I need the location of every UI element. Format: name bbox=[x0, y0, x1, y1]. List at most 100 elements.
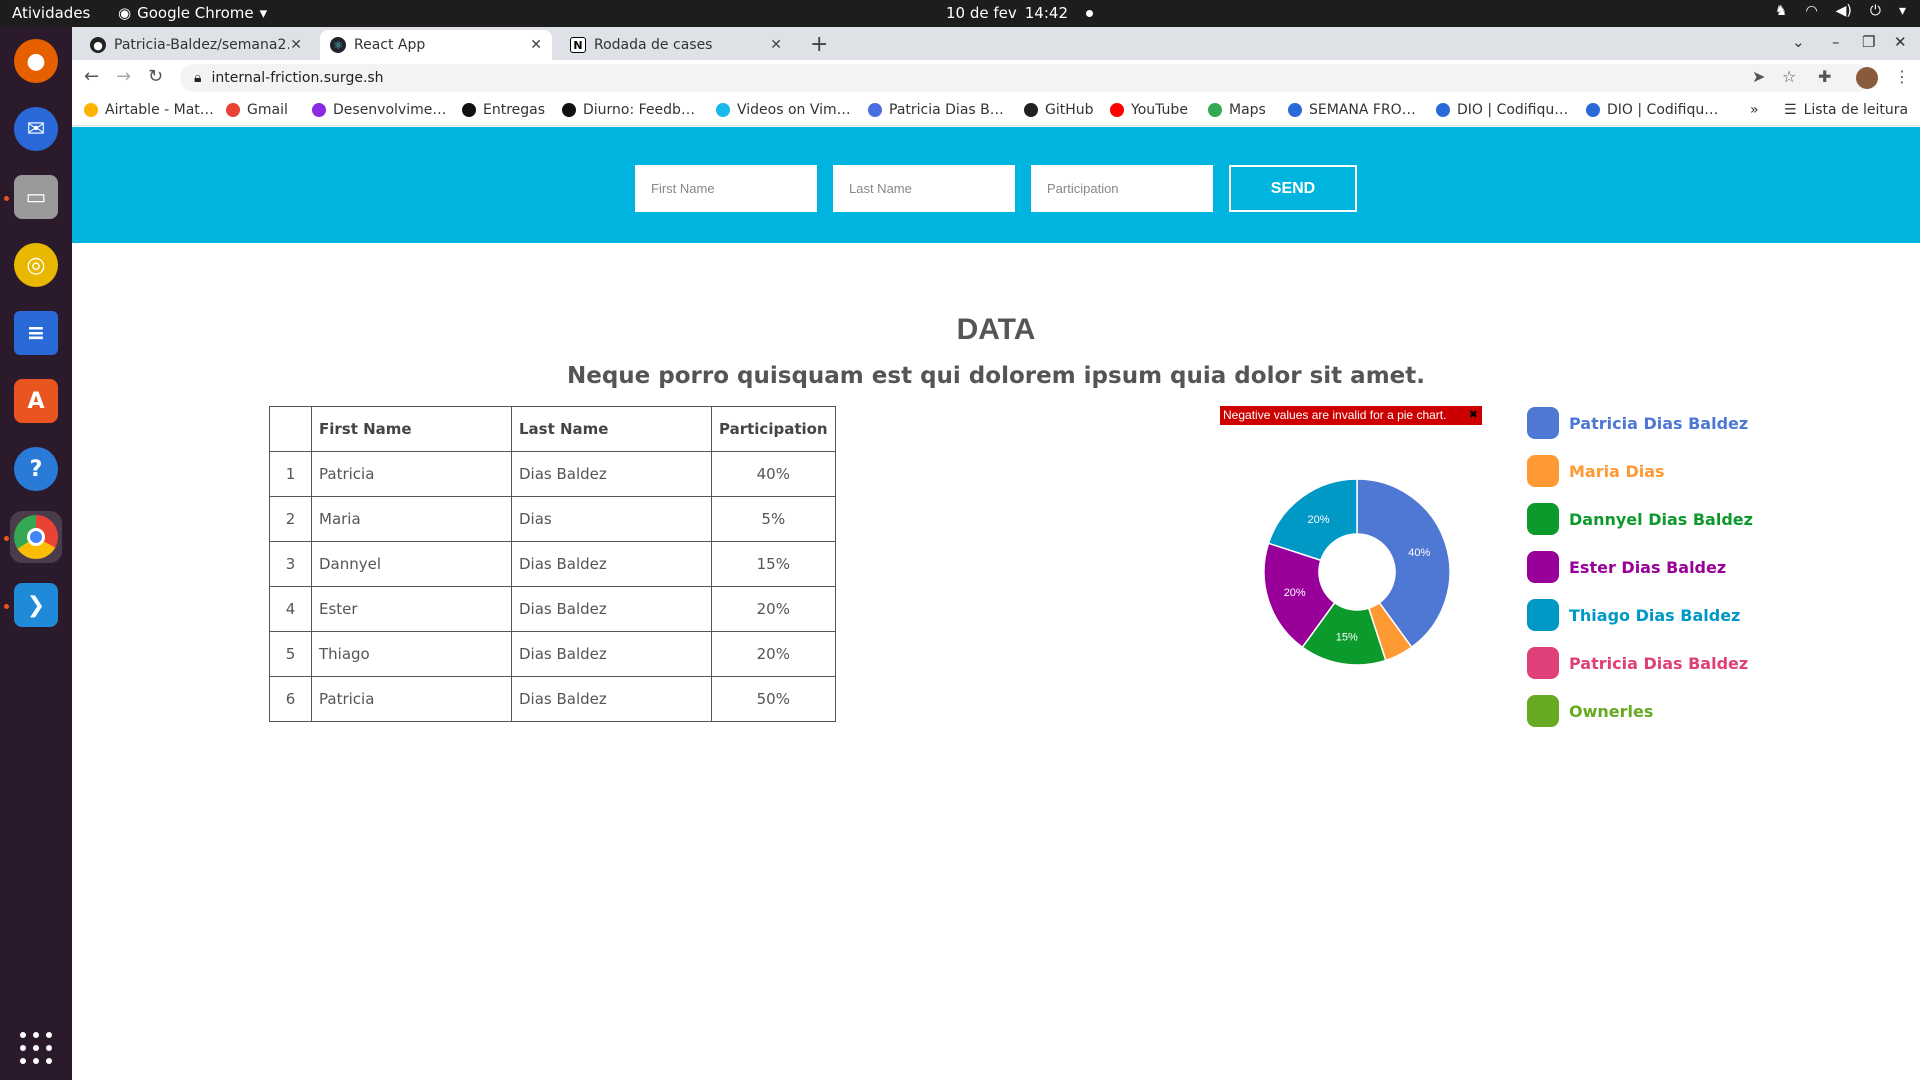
close-icon[interactable]: ✕ bbox=[530, 37, 542, 53]
menu-icon[interactable]: ⋮ bbox=[1894, 67, 1910, 86]
bookmark-item[interactable]: Patricia Dias B… bbox=[868, 102, 1004, 118]
send-tab-icon[interactable]: ➤ bbox=[1752, 67, 1765, 86]
app-menu-label: Google Chrome bbox=[137, 4, 254, 22]
bookmark-item[interactable]: DIO | Codifiqu… bbox=[1586, 102, 1718, 118]
restore-icon[interactable]: ❐ bbox=[1862, 33, 1875, 51]
participation-cell: 15% bbox=[711, 541, 836, 587]
bookmark-label: YouTube bbox=[1131, 102, 1188, 118]
legend-label: Ownerles bbox=[1569, 701, 1654, 721]
close-window-icon[interactable]: ✕ bbox=[1894, 33, 1907, 51]
bookmark-item[interactable]: YouTube bbox=[1110, 102, 1188, 118]
help-icon: ? bbox=[14, 447, 58, 491]
dock: ● ✉ ▭ ◎ ≡ A ? ❯ bbox=[0, 27, 72, 1080]
bookmark-label: DIO | Codifiqu… bbox=[1607, 102, 1719, 118]
page-subtitle: Neque porro quisquam est qui dolorem ips… bbox=[566, 363, 1425, 389]
clock-date: 10 de fev bbox=[946, 4, 1017, 22]
volume-icon[interactable]: ◀) bbox=[1836, 3, 1852, 19]
dock-rhythmbox[interactable]: ◎ bbox=[10, 239, 62, 291]
back-icon[interactable]: ← bbox=[84, 66, 99, 87]
bookmark-favicon-icon bbox=[562, 103, 576, 117]
table-row: 4 Ester Dias Baldez 20% bbox=[269, 586, 836, 632]
activities-button[interactable]: Atividades bbox=[12, 4, 90, 22]
new-tab-button[interactable]: + bbox=[810, 32, 828, 57]
bookmark-favicon-icon bbox=[84, 103, 98, 117]
row-index: 3 bbox=[269, 541, 312, 587]
reading-list-icon: ☰ bbox=[1784, 102, 1797, 118]
send-button[interactable]: SEND bbox=[1229, 165, 1357, 212]
tab-github[interactable]: ● Patricia-Baldez/semana2… ✕ bbox=[80, 30, 312, 60]
wifi-icon[interactable]: ◠ bbox=[1805, 3, 1817, 19]
clock[interactable]: 10 de fev 14:42 bbox=[946, 4, 1093, 22]
forward-icon[interactable]: → bbox=[116, 66, 131, 87]
app-menu[interactable]: ◉ Google Chrome ▾ bbox=[118, 4, 267, 22]
bookmark-item[interactable]: SEMANA FRO… bbox=[1288, 102, 1416, 118]
dock-firefox[interactable]: ● bbox=[10, 35, 62, 87]
close-icon[interactable]: ✖ bbox=[1469, 406, 1478, 425]
participation-cell: 40% bbox=[711, 451, 836, 497]
legend-label: Maria Dias bbox=[1569, 461, 1665, 481]
extensions-icon[interactable]: ✚ bbox=[1818, 67, 1831, 86]
data-table: First Name Last Name Participation 1 Patr… bbox=[269, 406, 836, 722]
show-applications-icon[interactable] bbox=[20, 1032, 52, 1064]
bookmark-item[interactable]: Airtable - Mat… bbox=[84, 102, 214, 118]
minimize-icon[interactable]: – bbox=[1832, 33, 1840, 51]
bookmark-item[interactable]: Maps bbox=[1208, 102, 1266, 118]
close-icon[interactable]: ✕ bbox=[770, 37, 782, 53]
first-name-cell: Thiago bbox=[311, 631, 512, 677]
tab-rodada[interactable]: N Rodada de cases ✕ bbox=[560, 30, 792, 60]
dock-help[interactable]: ? bbox=[10, 443, 62, 495]
row-index: 2 bbox=[269, 496, 312, 542]
dock-vscode[interactable]: ❯ bbox=[10, 579, 62, 631]
bookmark-item[interactable]: DIO | Codifiqu… bbox=[1436, 102, 1568, 118]
legend-item: Ownerles bbox=[1527, 695, 1653, 727]
dock-files[interactable]: ▭ bbox=[10, 171, 62, 223]
dock-thunderbird[interactable]: ✉ bbox=[10, 103, 62, 155]
first-name-cell: Patricia bbox=[311, 451, 512, 497]
bookmark-favicon-icon bbox=[716, 103, 730, 117]
first-name-cell: Ester bbox=[311, 586, 512, 632]
power-icon[interactable]: ⏻ bbox=[1870, 3, 1881, 19]
bookmark-item[interactable]: GitHub bbox=[1024, 102, 1094, 118]
accessibility-icon[interactable]: ♞ bbox=[1775, 3, 1788, 19]
software-center-icon: A bbox=[14, 379, 58, 423]
bookmark-favicon-icon bbox=[1586, 103, 1600, 117]
bookmark-item[interactable]: Entregas bbox=[462, 102, 545, 118]
bookmark-star-icon[interactable]: ☆ bbox=[1782, 67, 1796, 86]
notification-dot-icon bbox=[1086, 9, 1093, 17]
bookmark-item[interactable]: Gmail bbox=[226, 102, 288, 118]
chart-error-message: Negative values are invalid for a pie ch… bbox=[1220, 406, 1482, 425]
bookmark-favicon-icon bbox=[1024, 103, 1038, 117]
page-title: DATA bbox=[956, 313, 1036, 346]
bookmark-item[interactable]: Diurno: Feedb… bbox=[562, 102, 695, 118]
bookmark-item[interactable]: Desenvolvime… bbox=[312, 102, 446, 118]
last-name-input[interactable] bbox=[833, 165, 1015, 212]
last-name-cell: Dias Baldez bbox=[511, 541, 712, 587]
first-name-header: First Name bbox=[311, 406, 512, 452]
tray-chevron-icon[interactable]: ▾ bbox=[1899, 3, 1906, 19]
table-row: 2 Maria Dias 5% bbox=[269, 496, 836, 542]
thunderbird-icon: ✉ bbox=[14, 107, 58, 151]
github-icon: ● bbox=[90, 37, 106, 53]
react-icon: ⚛ bbox=[330, 37, 346, 53]
address-bar[interactable]: 🔒︎ internal-friction.surge.sh bbox=[180, 64, 1870, 92]
pie-slice-label: 40% bbox=[1408, 547, 1430, 559]
table-row: 3 Dannyel Dias Baldez 15% bbox=[269, 541, 836, 587]
legend-swatch bbox=[1527, 455, 1559, 487]
participation-input[interactable] bbox=[1031, 165, 1213, 212]
reload-icon[interactable]: ↻ bbox=[148, 66, 163, 87]
tab-react-app[interactable]: ⚛ React App ✕ bbox=[320, 30, 552, 60]
tab-search-icon[interactable]: ⌄ bbox=[1792, 33, 1805, 51]
system-tray[interactable]: ♞ ◠ ◀) ⏻ ▾ bbox=[1775, 3, 1906, 19]
bookmarks-more-button[interactable]: » bbox=[1750, 102, 1759, 118]
last-name-cell: Dias bbox=[511, 496, 712, 542]
tab-title: React App bbox=[354, 37, 426, 53]
first-name-input[interactable] bbox=[635, 165, 817, 212]
row-index: 6 bbox=[269, 676, 312, 722]
reading-list-button[interactable]: ☰ Lista de leitura bbox=[1784, 102, 1908, 118]
dock-chrome[interactable] bbox=[10, 511, 62, 563]
close-icon[interactable]: ✕ bbox=[290, 37, 302, 53]
bookmark-item[interactable]: Videos on Vim… bbox=[716, 102, 851, 118]
profile-avatar[interactable] bbox=[1856, 67, 1878, 89]
dock-software[interactable]: A bbox=[10, 375, 62, 427]
dock-writer[interactable]: ≡ bbox=[10, 307, 62, 359]
